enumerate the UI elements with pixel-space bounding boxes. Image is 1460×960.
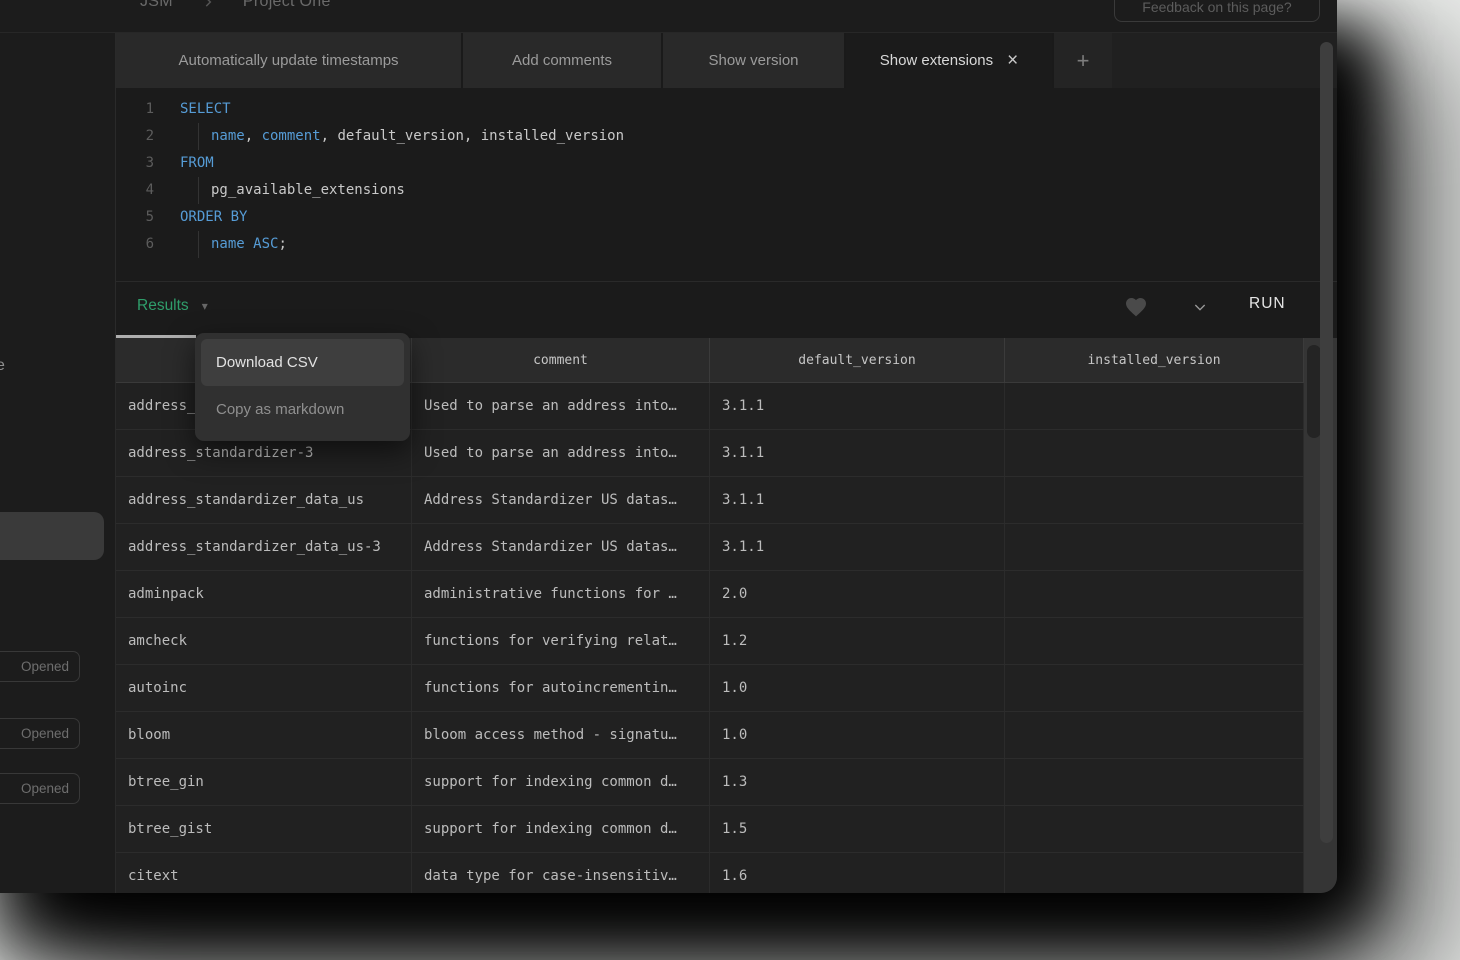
table-row: adminpackadministrative functions for …2… [116,571,1304,618]
table-row: address_standardizer_data_usAddress Stan… [116,477,1304,524]
code-line: 6 name ASC; [116,231,1337,258]
new-tab-button[interactable]: + [1054,33,1112,88]
table-scrollbar-thumb[interactable] [1307,345,1321,438]
table-row: amcheckfunctions for verifying relat…1.2 [116,618,1304,665]
table-row: btree_ginsupport for indexing common d…1… [116,759,1304,806]
table-row: btree_gistsupport for indexing common d…… [116,806,1304,853]
sidebar: e Opened Opened Opened [0,33,116,893]
run-options-button[interactable] [1190,299,1212,317]
code-line: 2 name, comment, default_version, instal… [116,123,1337,150]
results-context-menu: Download CSV Copy as markdown [195,333,410,441]
main-area: Automatically update timestamps Add comm… [116,0,1337,893]
code-line: 1 SELECT [116,96,1337,123]
heart-icon [1124,295,1148,319]
results-dropdown-trigger[interactable]: Results ▾ [137,297,208,315]
status-badge: Opened [0,718,80,749]
code-line: 4 pg_available_extensions [116,177,1337,204]
column-header-comment[interactable]: comment [412,338,710,383]
sql-editor[interactable]: 1 SELECT 2 name, comment, default_versio… [116,88,1337,281]
tab-add-comments[interactable]: Add comments [463,33,663,88]
column-header-default-version[interactable]: default_version [710,338,1005,383]
tab-show-version[interactable]: Show version [663,33,846,88]
table-row: address_standardizer_data_us-3Address St… [116,524,1304,571]
plus-icon: + [1077,48,1090,74]
menu-item-download-csv[interactable]: Download CSV [201,339,404,386]
caret-down-icon: ▾ [202,299,208,313]
run-button[interactable]: RUN [1249,295,1286,313]
query-tab-bar: Automatically update timestamps Add comm… [116,33,1337,88]
results-table-body: address_standardizerUsed to parse an add… [116,383,1304,893]
screenshot-stage: JSM Project One Feedback on this page? e… [0,0,1460,960]
status-badge: Opened [0,651,80,682]
table-row: bloombloom access method - signatu…1.0 [116,712,1304,759]
column-header-installed-version[interactable]: installed_version [1005,338,1304,383]
chevron-down-icon [1190,299,1210,315]
menu-item-copy-as-markdown[interactable]: Copy as markdown [201,386,404,433]
app-window: JSM Project One Feedback on this page? e… [0,0,1337,893]
table-row: citextdata type for case-insensitiv…1.6 [116,853,1304,893]
close-tab-icon[interactable]: × [1007,51,1018,70]
tab-show-extensions[interactable]: Show extensions × [846,33,1054,88]
table-row: autoincfunctions for autoincrementin…1.0 [116,665,1304,712]
sidebar-text-fragment: e [0,357,5,375]
code-line: 5 ORDER BY [116,204,1337,231]
favorite-button[interactable] [1124,295,1150,321]
status-badge: Opened [0,773,80,804]
code-line: 3 FROM [116,150,1337,177]
sidebar-selected-item[interactable] [0,512,104,560]
results-toolbar: Results ▾ RUN [116,281,1337,338]
panel-scrollbar-thumb[interactable] [1320,42,1333,843]
tab-automatically-update-timestamps[interactable]: Automatically update timestamps [116,33,463,88]
